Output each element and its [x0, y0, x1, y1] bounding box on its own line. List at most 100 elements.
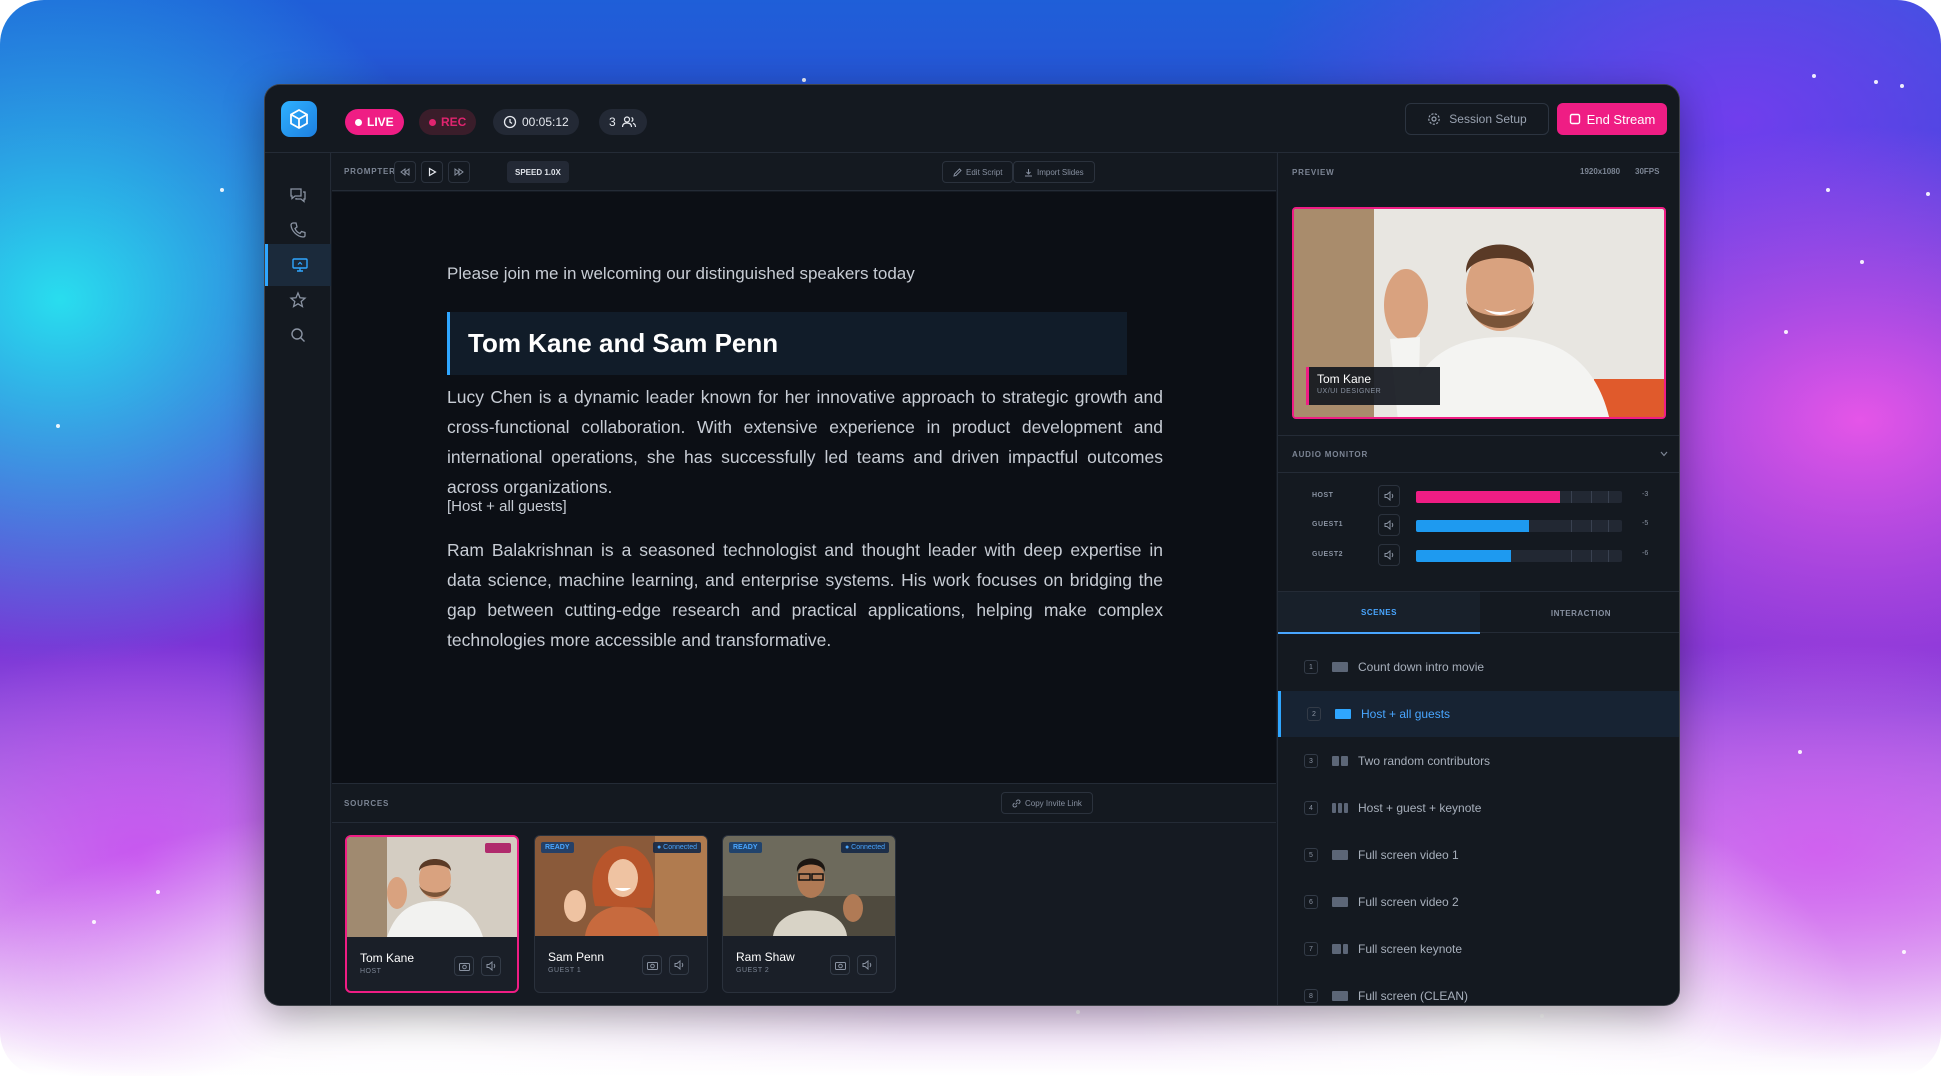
speaker-icon [674, 960, 683, 970]
scene-item[interactable]: 6 Full screen video 2 [1278, 879, 1679, 925]
speaker-icon [1384, 550, 1393, 560]
source-card-tom-kane[interactable]: Tom Kane HOST [345, 835, 519, 993]
connected-label: Connected [663, 844, 697, 851]
scene-label: Count down intro movie [1358, 660, 1485, 674]
search-icon [291, 328, 305, 342]
preview-fps: 30FPS [1635, 167, 1660, 176]
script-intro: Please join me in welcoming our distingu… [447, 264, 915, 283]
session-setup-button[interactable]: Session Setup [1405, 103, 1549, 135]
audio-db-value: -3 [1642, 491, 1649, 498]
sidebar-item-search[interactable] [265, 314, 331, 356]
users-icon [621, 116, 636, 128]
speaker-icon [862, 960, 871, 970]
app-logo[interactable] [281, 101, 317, 137]
import-slides-label: Import Slides [1037, 167, 1084, 177]
camera-icon [646, 961, 658, 970]
connected-badge: ● Connected [840, 842, 889, 853]
scene-item[interactable]: 8 Full screen (CLEAN) [1278, 973, 1679, 1005]
camera-toggle[interactable] [642, 955, 662, 975]
rec-dot-icon [429, 118, 436, 126]
mute-button[interactable] [1378, 485, 1400, 507]
chevron-down-icon [1660, 451, 1668, 457]
scene-item[interactable]: 3 Two random contributors [1278, 738, 1679, 784]
phone-icon [290, 222, 306, 238]
source-role: GUEST 2 [736, 967, 770, 974]
scene-item[interactable]: 2 Host + all guests [1278, 691, 1679, 737]
audio-source-name: HOST [1312, 492, 1334, 499]
camera-icon [834, 961, 846, 970]
mic-toggle[interactable] [669, 955, 689, 975]
source-card-ram-shaw[interactable]: READY ● Connected Ram Shaw GUEST 2 [722, 835, 896, 993]
source-name: Ram Shaw [736, 950, 795, 964]
audio-monitor-header[interactable]: AUDIO MONITOR [1278, 435, 1679, 473]
prompter-toolbar: PROMPTER SPEED 1.0X Edit Script Import S… [332, 153, 1276, 191]
camera-toggle[interactable] [454, 956, 474, 976]
audio-level-track [1416, 520, 1622, 532]
scene-layout-icon [1332, 662, 1348, 672]
scene-layout-icon [1332, 897, 1348, 907]
camera-toggle[interactable] [830, 955, 850, 975]
mic-toggle[interactable] [857, 955, 877, 975]
speed-control[interactable]: SPEED 1.0X [507, 161, 569, 183]
source-card-sam-penn[interactable]: READY ● Connected Sam Penn GUEST 1 [534, 835, 708, 993]
rewind-button[interactable] [394, 161, 416, 183]
scene-item[interactable]: 4 Host + guest + keynote [1278, 785, 1679, 831]
edit-script-button[interactable]: Edit Script [942, 161, 1014, 183]
scene-tabs: SCENES INTERACTION [1278, 591, 1679, 634]
camera-icon [458, 962, 470, 971]
scene-label: Host + guest + keynote [1358, 801, 1482, 815]
source-role: HOST [360, 968, 382, 975]
audio-meter-row: GUEST1 -5 [1278, 511, 1679, 541]
stream-timer: 00:05:12 [493, 109, 579, 135]
scene-label: Full screen keynote [1358, 942, 1463, 956]
mic-toggle[interactable] [481, 956, 501, 976]
rewind-icon [400, 168, 410, 176]
link-icon [1012, 799, 1021, 807]
lower-third-title: UX/UI DESIGNER [1317, 388, 1382, 395]
ready-badge: READY [541, 842, 574, 853]
tab-scenes[interactable]: SCENES [1278, 592, 1480, 634]
play-button[interactable] [421, 161, 443, 183]
audio-meter-row: GUEST2 -6 [1278, 541, 1679, 571]
scene-label: Full screen video 2 [1358, 895, 1459, 909]
rec-badge[interactable]: REC [419, 109, 477, 135]
scene-label: Full screen (CLEAN) [1358, 989, 1469, 1003]
scene-item[interactable]: 7 Full screen keynote [1278, 926, 1679, 972]
end-stream-button[interactable]: End Stream [1557, 103, 1667, 135]
rec-label: REC [441, 115, 467, 129]
participants-count[interactable]: 3 [599, 109, 647, 135]
audio-level-fill [1416, 550, 1511, 562]
fast-forward-icon [454, 168, 464, 176]
copy-invite-link-button[interactable]: Copy Invite Link [1001, 792, 1093, 814]
scene-number: 5 [1304, 848, 1318, 862]
audio-meter-row: HOST -3 [1278, 482, 1679, 512]
mute-button[interactable] [1378, 514, 1400, 536]
stop-icon [1569, 113, 1580, 125]
audio-monitor-label: AUDIO MONITOR [1292, 450, 1369, 459]
preview-label: PREVIEW [1292, 168, 1335, 177]
right-panel: PREVIEW 1920x1080 30FPS Tom Kane UX/UI D… [1277, 153, 1679, 1005]
gear-icon [1428, 113, 1441, 125]
tab-interaction[interactable]: INTERACTION [1480, 592, 1679, 634]
chat-icon [290, 188, 306, 203]
edit-script-label: Edit Script [966, 167, 1003, 177]
live-badge[interactable]: LIVE [345, 109, 404, 135]
scene-item[interactable]: 5 Full screen video 1 [1278, 832, 1679, 878]
copy-invite-link-label: Copy Invite Link [1025, 798, 1082, 808]
audio-source-name: GUEST1 [1312, 521, 1344, 528]
audio-level-track [1416, 491, 1622, 503]
scene-label: Two random contributors [1358, 754, 1491, 768]
sources-toolbar: SOURCES Copy Invite Link [332, 783, 1276, 823]
script-paragraph-2: Ram Balakrishnan is a seasoned technolog… [447, 540, 1163, 650]
fast-forward-button[interactable] [448, 161, 470, 183]
source-name: Tom Kane [360, 951, 415, 965]
source-role: GUEST 1 [548, 967, 582, 974]
program-preview[interactable]: Tom Kane UX/UI DESIGNER [1292, 207, 1666, 419]
audio-level-track [1416, 550, 1622, 562]
app-window: LIVE REC 00:05:12 3 Session Setup End St… [264, 84, 1680, 1006]
mute-button[interactable] [1378, 544, 1400, 566]
scene-item[interactable]: 1 Count down intro movie [1278, 644, 1679, 690]
script-paragraph-1: Lucy Chen is a dynamic leader known for … [447, 387, 1163, 497]
script-headline: Tom Kane and Sam Penn [447, 312, 1127, 375]
import-slides-button[interactable]: Import Slides [1013, 161, 1095, 183]
